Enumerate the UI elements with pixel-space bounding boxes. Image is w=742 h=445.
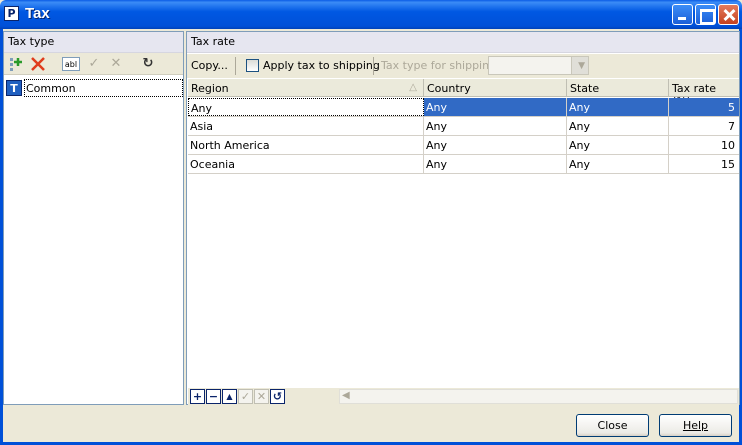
cell-tax-rate[interactable]: 5 (669, 98, 739, 116)
cell-country[interactable]: Any (424, 117, 567, 135)
column-state[interactable]: State (567, 79, 669, 97)
scroll-left-icon[interactable]: ◀ (342, 390, 350, 401)
copy-button[interactable]: Copy... (191, 59, 228, 72)
refresh-icon[interactable]: ↻ (140, 56, 156, 72)
maximize-button[interactable] (695, 4, 716, 25)
tax-type-toolbar: abl ✓ ✕ ↻ (4, 53, 183, 75)
apply-tax-shipping-label[interactable]: Apply tax to shipping (263, 59, 380, 72)
shipping-tax-type-select[interactable]: ▼ (488, 56, 589, 75)
grid-add-icon[interactable]: + (190, 389, 205, 404)
grid-apply-icon[interactable]: ✓ (238, 389, 253, 404)
column-region-label: Region (191, 82, 229, 95)
grid-refresh-icon[interactable]: ↺ (270, 389, 285, 404)
tax-type-panel: Tax type abl ✓ ✕ ↻ T Common (3, 31, 184, 405)
grid-cancel-icon[interactable]: ✕ (254, 389, 269, 404)
tax-rate-grid: Region △ Country State Tax rate (%) Any … (188, 79, 739, 387)
cell-country[interactable]: Any (424, 136, 567, 154)
help-button-label: Help (682, 419, 709, 432)
close-window-button[interactable] (718, 4, 739, 25)
column-country[interactable]: Country (424, 79, 567, 97)
cell-region[interactable]: North America (188, 136, 424, 154)
cell-region[interactable]: Asia (188, 117, 424, 135)
cell-country[interactable]: Any (424, 98, 567, 116)
tax-rate-panel: Tax rate Copy... Apply tax to shipping T… (186, 31, 740, 405)
cell-state[interactable]: Any (567, 98, 669, 116)
tax-type-header: Tax type (4, 32, 183, 53)
tax-rate-toolbar: Copy... Apply tax to shipping Tax type f… (187, 54, 739, 78)
table-row[interactable]: Any Any Any 5 (188, 98, 739, 117)
close-button[interactable]: Close (576, 414, 649, 437)
table-row[interactable]: Asia Any Any 7 (188, 117, 739, 136)
toolbar-separator (373, 57, 374, 75)
rename-icon[interactable]: abl (62, 57, 80, 71)
table-row[interactable]: Oceania Any Any 15 (188, 155, 739, 174)
apply-tax-shipping-checkbox[interactable] (246, 59, 259, 72)
cell-tax-rate[interactable]: 10 (669, 136, 739, 154)
cell-region[interactable]: Any (188, 98, 424, 116)
minimize-button[interactable] (672, 4, 693, 25)
window-title: Tax (25, 5, 50, 22)
cell-state[interactable]: Any (567, 155, 669, 173)
cell-state[interactable]: Any (567, 136, 669, 154)
column-tax-rate[interactable]: Tax rate (%) (669, 79, 739, 108)
toolbar-separator (235, 57, 236, 75)
cell-tax-rate[interactable]: 15 (669, 155, 739, 173)
app-icon[interactable] (4, 6, 19, 21)
table-row[interactable]: North America Any Any 10 (188, 136, 739, 155)
delete-icon[interactable] (30, 56, 46, 72)
apply-icon[interactable]: ✓ (86, 56, 102, 72)
chevron-down-icon: ▼ (578, 61, 585, 71)
cell-region[interactable]: Oceania (188, 155, 424, 173)
shipping-tax-type-label: Tax type for shipping (381, 59, 497, 72)
cell-country[interactable]: Any (424, 155, 567, 173)
tree-item-common[interactable]: T Common (5, 79, 183, 97)
tax-type-icon: T (6, 80, 22, 96)
cell-tax-rate[interactable]: 7 (669, 117, 739, 135)
grid-navigator: + − ▲ ✓ ✕ ↺ ◀ (188, 388, 739, 405)
tree-item-label[interactable]: Common (24, 79, 183, 97)
column-region[interactable]: Region △ (188, 79, 424, 97)
horizontal-scrollbar[interactable]: ◀ (339, 389, 738, 404)
sort-asc-icon: △ (409, 82, 417, 93)
grid-up-icon[interactable]: ▲ (222, 389, 237, 404)
tax-rate-header: Tax rate (187, 32, 739, 53)
help-button[interactable]: Help (659, 414, 732, 437)
grid-remove-icon[interactable]: − (206, 389, 221, 404)
cell-state[interactable]: Any (567, 117, 669, 135)
add-icon[interactable] (8, 56, 24, 72)
grid-header: Region △ Country State Tax rate (%) (188, 79, 739, 108)
cancel-icon[interactable]: ✕ (108, 56, 124, 72)
title-bar[interactable]: Tax (0, 0, 742, 29)
